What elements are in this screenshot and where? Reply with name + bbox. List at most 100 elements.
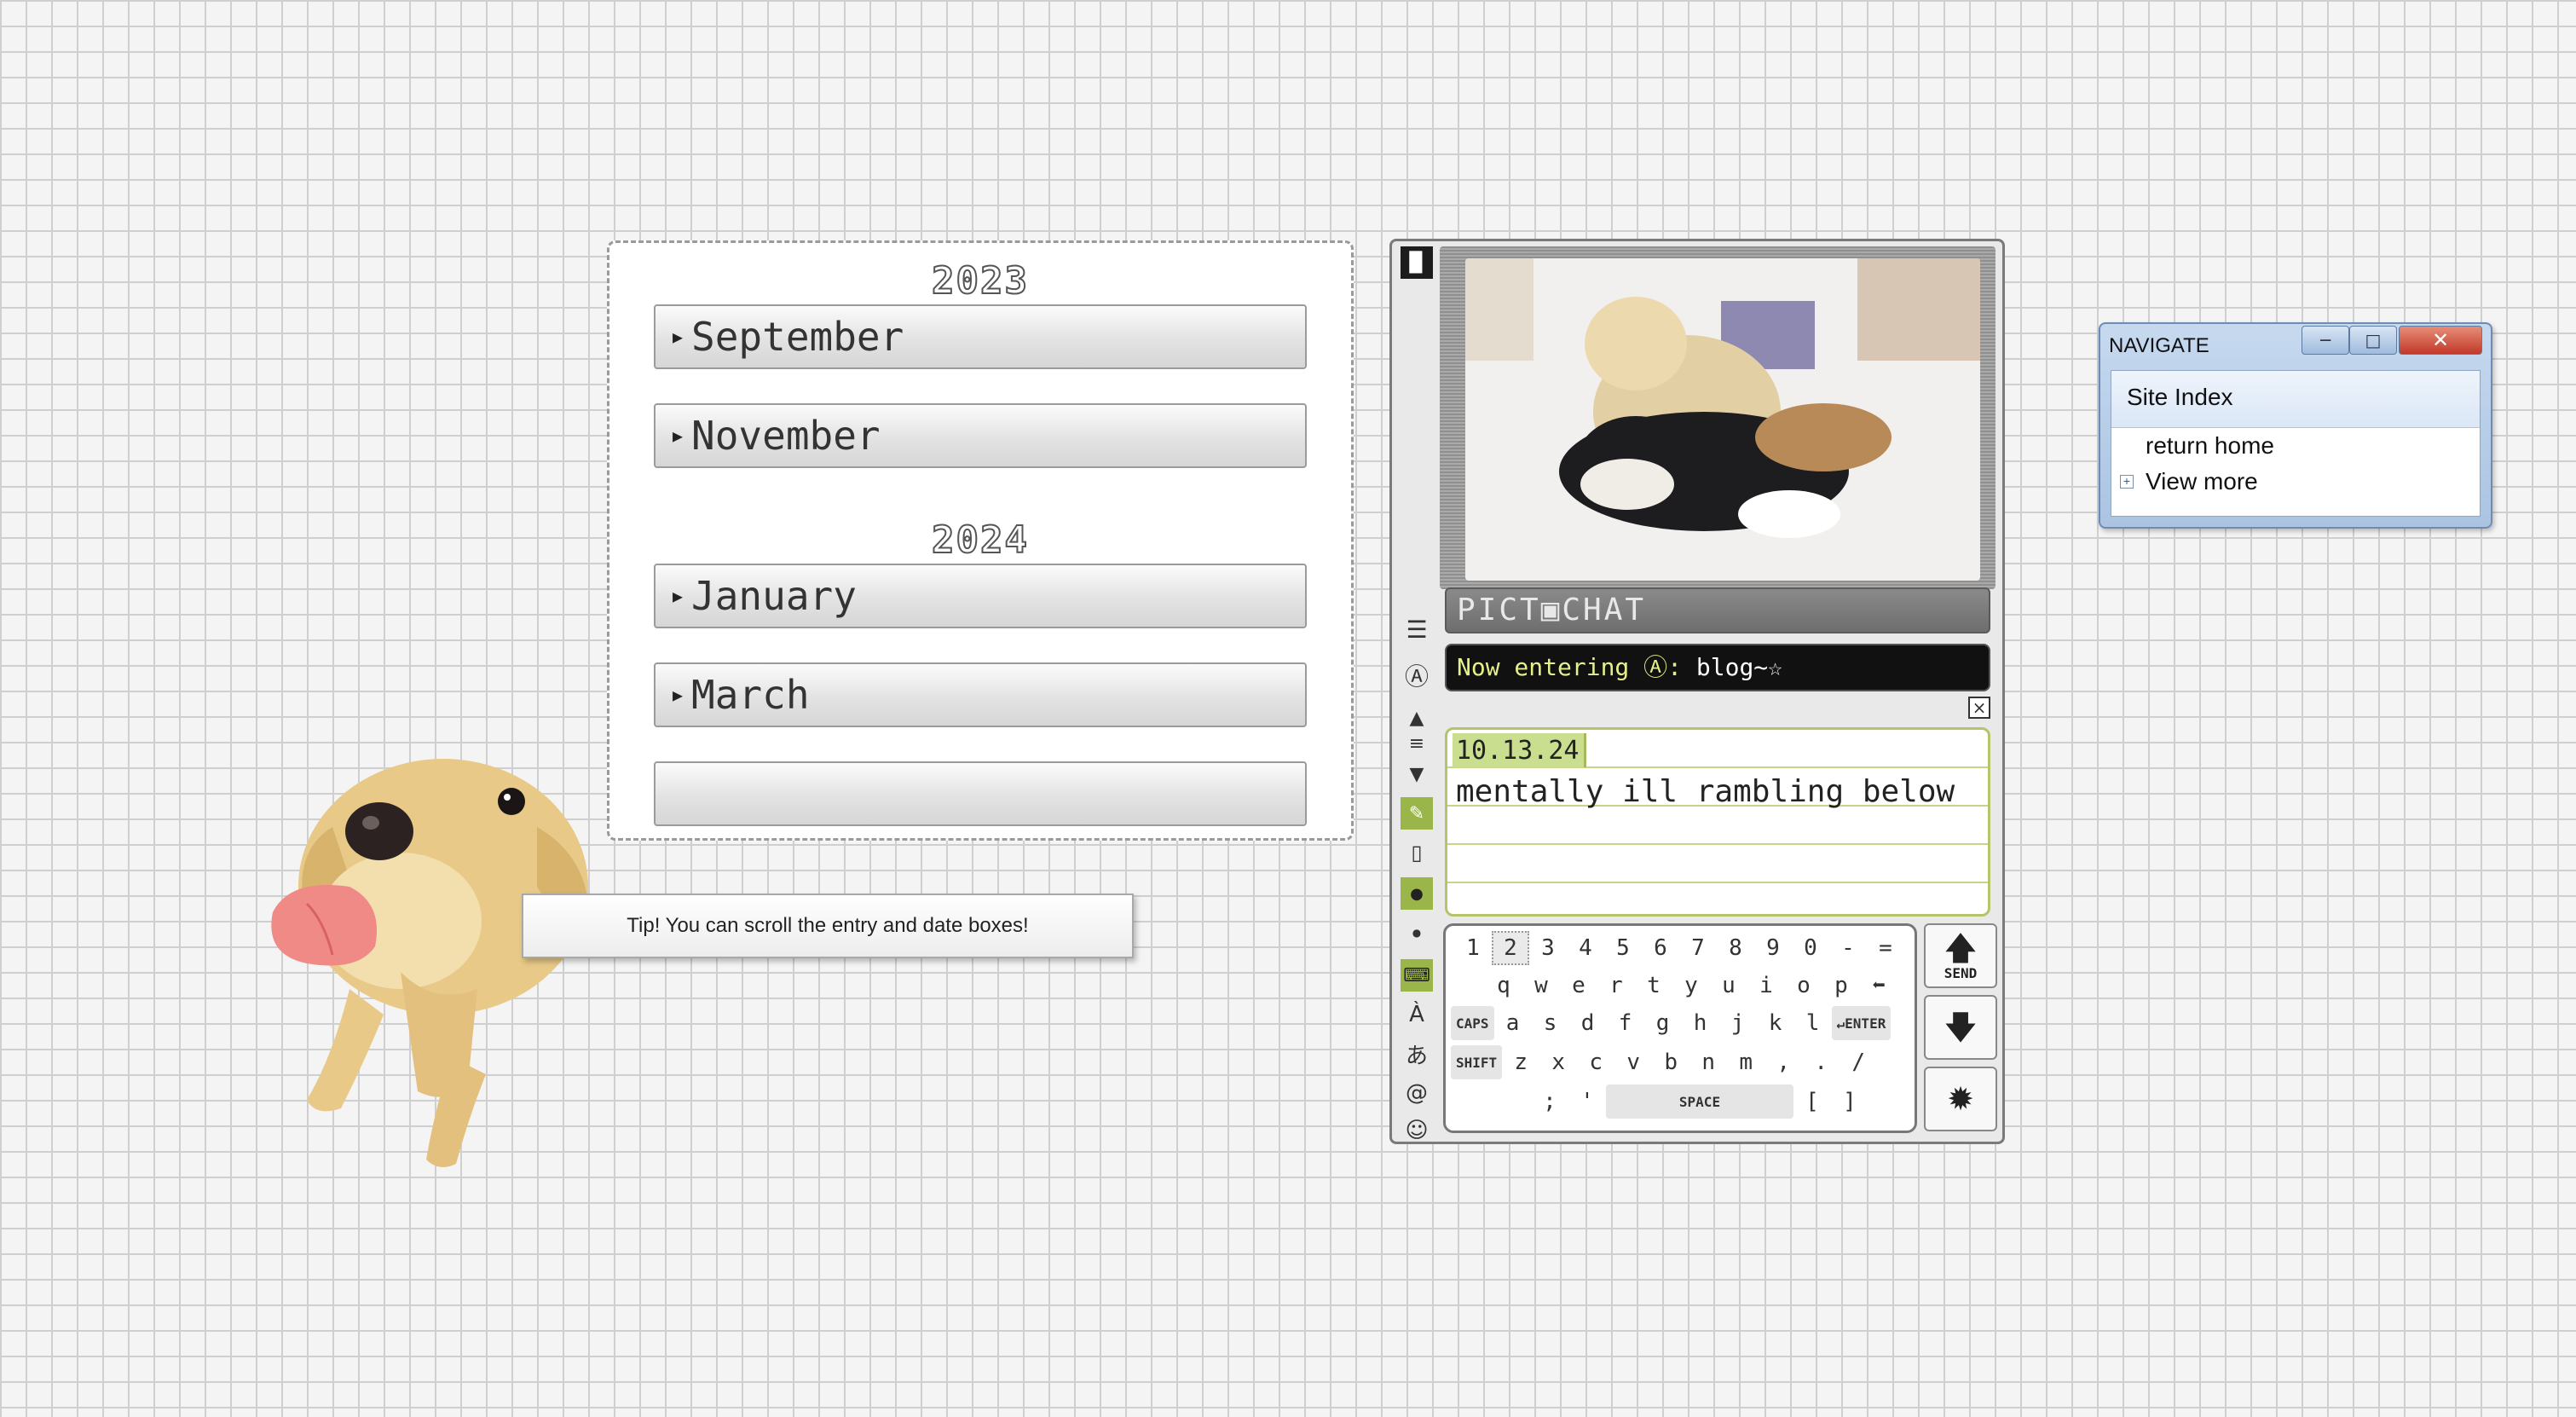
month-november-toggle[interactable]: ▶ November — [654, 403, 1307, 468]
letter-key[interactable]: x — [1539, 1045, 1577, 1079]
pictochat-sidebar: ▉ ☰ Ⓐ ▲ ≡ ▼ ✎ ▯ ● ● ⌨ À あ @ ☺ — [1397, 246, 1436, 1143]
letter-key[interactable]: , — [1765, 1045, 1802, 1079]
send-button[interactable]: 🡅 SEND — [1924, 923, 1997, 988]
return-home-link[interactable]: return home — [2111, 428, 2480, 464]
letter-key[interactable]: q — [1485, 969, 1522, 1003]
pictochat-title: PICT▣CHAT — [1445, 587, 1990, 633]
return-home-label: return home — [2146, 432, 2274, 459]
clear-button[interactable]: ✹ — [1924, 1067, 1997, 1131]
symbol-key[interactable]: ' — [1568, 1084, 1606, 1119]
emoji-keyboard-icon[interactable]: ☺ — [1401, 1114, 1433, 1147]
letter-key[interactable]: i — [1747, 969, 1785, 1003]
number-key[interactable]: 6 — [1642, 931, 1679, 965]
view-more-label: View more — [2146, 468, 2258, 495]
letter-key[interactable]: m — [1727, 1045, 1765, 1079]
send-label: SEND — [1944, 964, 1978, 981]
keyboard: 1 2 3 4 5 6 7 8 9 0- = q w e r t y u i o p ⬅ CAPS a s d f g h j k l ↵… — [1443, 923, 1917, 1133]
bracket-key[interactable]: ] — [1831, 1084, 1868, 1119]
number-key[interactable]: 5 — [1604, 931, 1642, 965]
dogs-photo — [1465, 258, 1980, 581]
accent-keyboard-icon[interactable]: À — [1401, 998, 1433, 1031]
number-key[interactable]: 9 — [1754, 931, 1792, 965]
hiragana-keyboard-icon[interactable]: あ — [1401, 1038, 1433, 1070]
caps-key[interactable]: CAPS — [1451, 1006, 1494, 1040]
bracket-key[interactable]: [ — [1793, 1084, 1831, 1119]
month-label: January — [691, 573, 857, 619]
close-icon[interactable]: × — [1968, 697, 1990, 719]
letter-key[interactable]: s — [1532, 1006, 1569, 1040]
minimize-button[interactable]: ─ — [2302, 326, 2349, 355]
letter-key[interactable]: v — [1614, 1045, 1652, 1079]
letter-key[interactable]: f — [1607, 1006, 1644, 1040]
letter-key[interactable]: . — [1802, 1045, 1840, 1079]
thin-pen-icon[interactable]: ● — [1401, 917, 1433, 949]
arrow-up-icon: 🡅 — [1944, 928, 1978, 967]
letter-key[interactable]: ⬅ — [1860, 969, 1897, 1003]
letter-key[interactable]: g — [1644, 1006, 1682, 1040]
scroll-down-icon[interactable]: ▼ — [1401, 758, 1433, 790]
eraser-icon[interactable]: ▯ — [1401, 836, 1433, 869]
letter-key[interactable]: o — [1785, 969, 1822, 1003]
navigate-title: NAVIGATE — [2109, 334, 2209, 357]
letter-key[interactable]: h — [1682, 1006, 1719, 1040]
month-march-toggle[interactable]: ▶ March — [654, 662, 1307, 727]
month-label: September — [691, 314, 904, 360]
letter-key[interactable]: c — [1577, 1045, 1614, 1079]
month-september-toggle[interactable]: ▶ September — [654, 304, 1307, 369]
number-key[interactable]: 3 — [1529, 931, 1567, 965]
letter-key[interactable]: / — [1840, 1045, 1877, 1079]
letter-key[interactable]: k — [1757, 1006, 1794, 1040]
expand-plus-icon[interactable]: + — [2120, 475, 2134, 489]
number-key[interactable]: 8 — [1717, 931, 1754, 965]
number-key[interactable]: = — [1867, 931, 1904, 965]
triangle-right-icon: ▶ — [673, 685, 684, 705]
thick-pen-icon[interactable]: ● — [1401, 877, 1433, 910]
clear-burst-icon: ✹ — [1947, 1080, 1974, 1118]
letter-key[interactable]: b — [1652, 1045, 1689, 1079]
letter-key[interactable]: p — [1822, 969, 1860, 1003]
room-a-icon[interactable]: Ⓐ — [1401, 659, 1433, 691]
letter-key[interactable]: w — [1522, 969, 1560, 1003]
letter-key[interactable]: y — [1672, 969, 1710, 1003]
shift-key[interactable]: SHIFT — [1451, 1045, 1503, 1079]
enter-key[interactable]: ↵ENTER — [1831, 1006, 1892, 1040]
message-date: 10.13.24 — [1453, 733, 1586, 767]
pencil-icon[interactable]: ✎ — [1401, 797, 1433, 830]
number-key[interactable]: 0 — [1792, 931, 1829, 965]
symbol-key[interactable]: ; — [1531, 1084, 1568, 1119]
number-key[interactable]: 7 — [1679, 931, 1717, 965]
month-january-toggle[interactable]: ▶ January — [654, 564, 1307, 628]
view-more-link[interactable]: + View more — [2111, 464, 2480, 500]
triangle-right-icon: ▶ — [673, 586, 684, 606]
month-partial-toggle[interactable] — [654, 761, 1307, 826]
letter-key[interactable]: j — [1719, 1006, 1757, 1040]
letter-key[interactable]: u — [1710, 969, 1747, 1003]
pictochat-window: ▉ ☰ Ⓐ ▲ ≡ ▼ ✎ ▯ ● ● ⌨ À あ @ ☺ PICT▣CHAT — [1389, 239, 2005, 1144]
month-label: November — [691, 413, 881, 459]
archive-panel[interactable]: 2023 ▶ September ▶ November 2024 ▶ Janua… — [607, 240, 1354, 841]
letter-key[interactable]: e — [1560, 969, 1597, 1003]
number-key[interactable]: 2 — [1492, 931, 1529, 965]
space-key[interactable]: SPACE — [1606, 1084, 1793, 1119]
letter-key[interactable]: d — [1569, 1006, 1607, 1040]
scroll-lines-icon[interactable]: ≡ — [1401, 727, 1433, 760]
navigate-body: Site Index return home + View more — [2111, 370, 2481, 517]
message-box[interactable]: 10.13.24 mentally ill rambling below — [1445, 727, 1990, 917]
maximize-button[interactable]: □ — [2349, 326, 2397, 355]
number-key[interactable]: 4 — [1567, 931, 1604, 965]
year-heading: 2023 — [931, 258, 1029, 304]
symbol-keyboard-icon[interactable]: @ — [1401, 1077, 1433, 1109]
close-button[interactable]: ✕ — [2399, 326, 2482, 355]
letter-key[interactable]: a — [1494, 1006, 1532, 1040]
letter-key[interactable]: t — [1635, 969, 1672, 1003]
letter-key[interactable]: r — [1597, 969, 1635, 1003]
keyboard-latin-icon[interactable]: ⌨ — [1401, 959, 1433, 992]
number-key[interactable]: 1 — [1454, 931, 1492, 965]
number-key[interactable]: - — [1829, 931, 1867, 965]
letter-key[interactable]: z — [1502, 1045, 1539, 1079]
message-text: mentally ill rambling below — [1456, 774, 1955, 809]
letter-key[interactable]: n — [1689, 1045, 1727, 1079]
copy-down-button[interactable]: 🡇 — [1924, 995, 1997, 1060]
letter-key[interactable]: l — [1794, 1006, 1832, 1040]
menu-icon[interactable]: ☰ — [1401, 613, 1433, 645]
